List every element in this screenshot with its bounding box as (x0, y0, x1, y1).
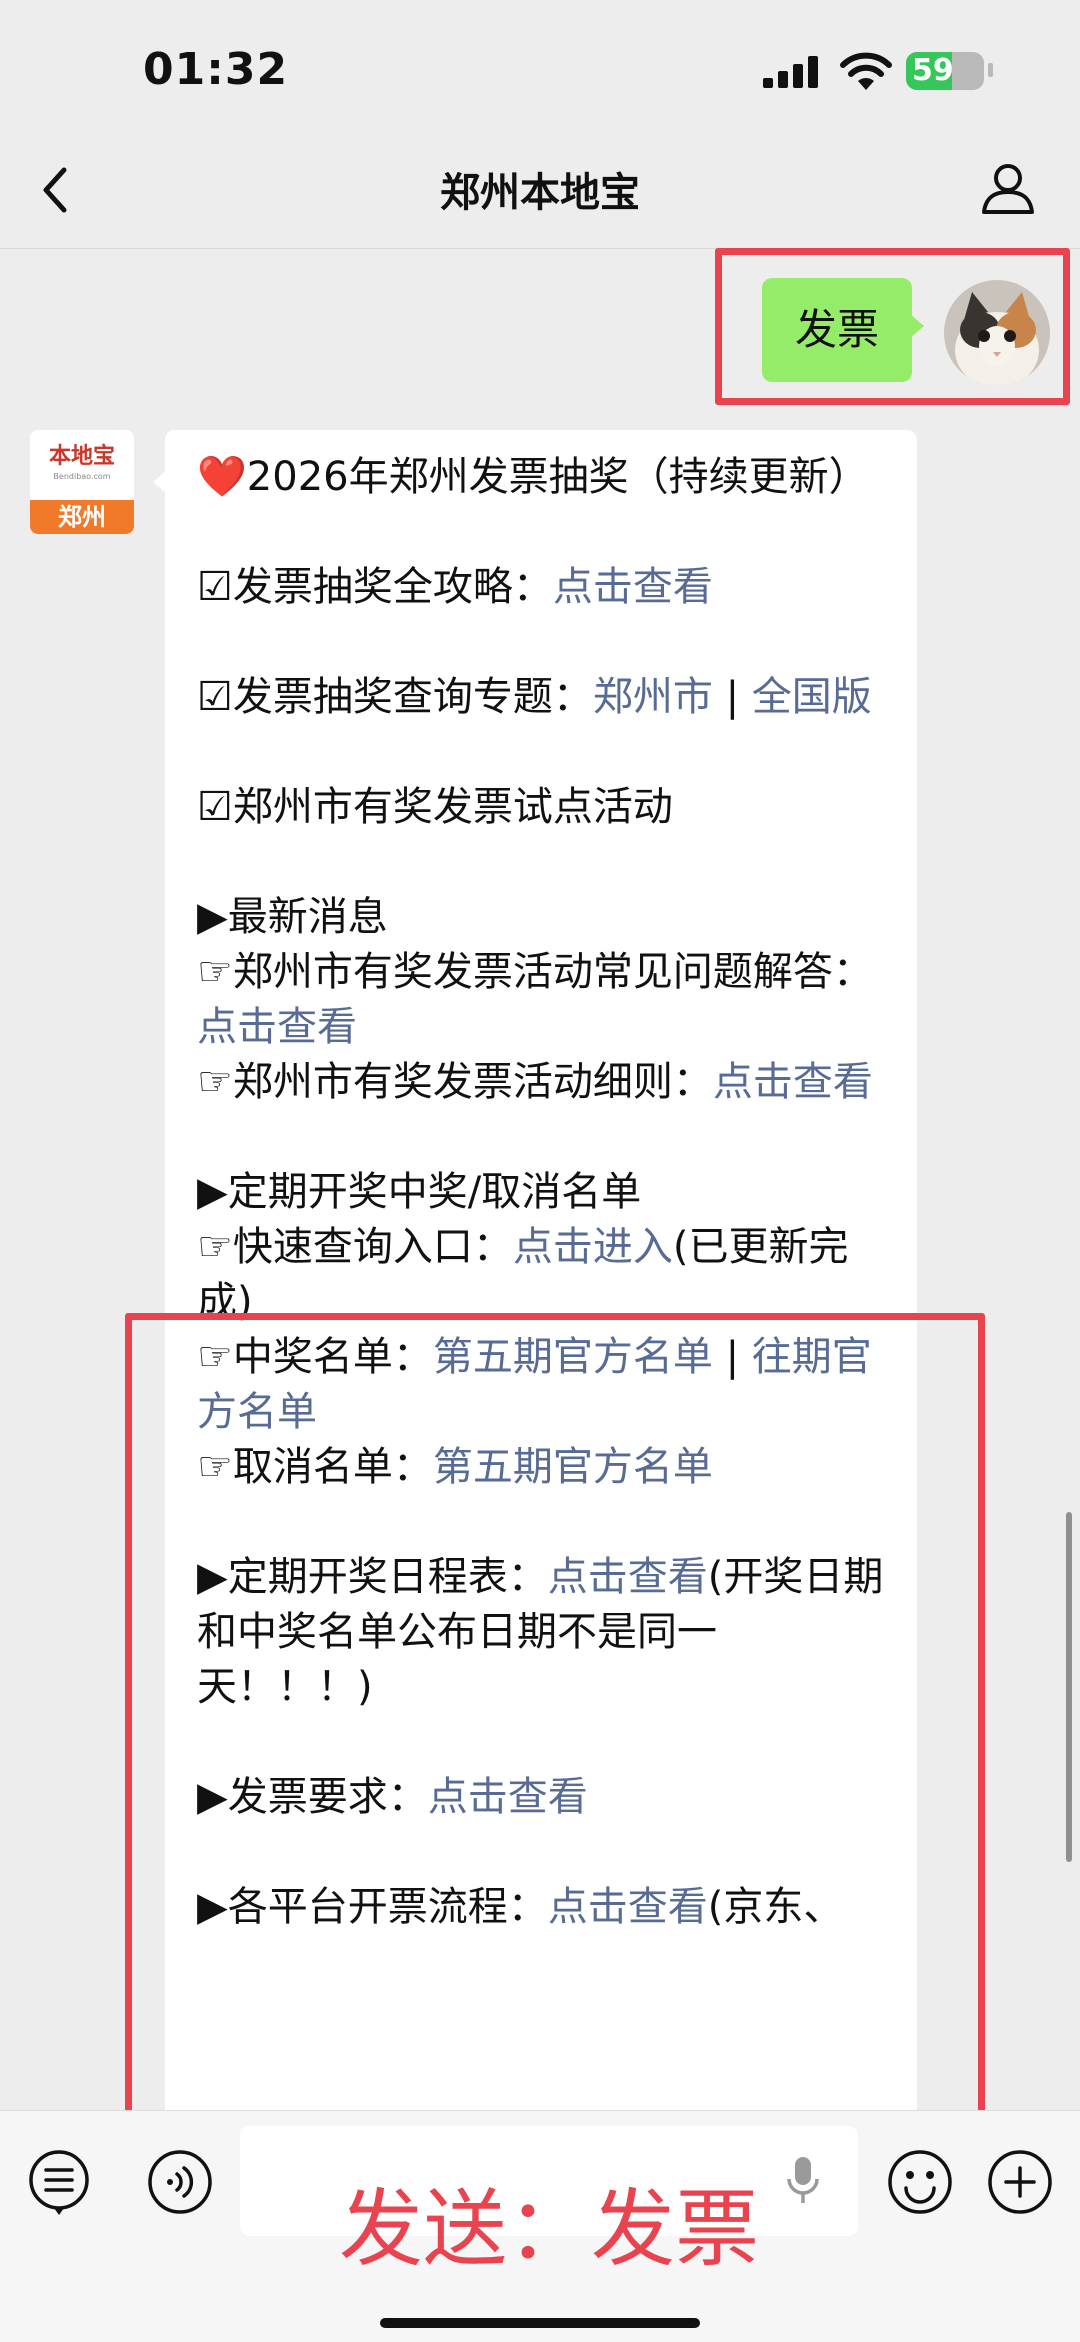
message-link[interactable]: 点击进入 (513, 1224, 673, 1270)
message-text: ☞郑州市有奖发票活动常见问题解答： (197, 949, 873, 995)
message-line: ☞郑州市有奖发票活动细则：点击查看 (197, 1055, 887, 1110)
wifi-icon (840, 52, 892, 90)
emoji-icon[interactable] (886, 2148, 954, 2216)
highlight-box-list (125, 1313, 985, 2141)
avatar[interactable] (944, 280, 1050, 386)
official-account-avatar[interactable]: 本地宝 Bendibao.com 郑州 (30, 430, 134, 534)
user-icon[interactable] (978, 158, 1038, 218)
list-icon[interactable] (26, 2148, 92, 2218)
message-line: ❤️2026年郑州发票抽奖（持续更新） (197, 450, 887, 505)
page-title: 郑州本地宝 (440, 170, 640, 216)
message-line: ☑发票抽奖查询专题：郑州市 | 全国版 (197, 670, 887, 725)
message-link[interactable]: 郑州市 (593, 674, 713, 720)
battery-icon: 59 (906, 52, 984, 90)
status-bar: 01:32 59 (0, 0, 1080, 130)
message-text: ▶定期开奖中奖/取消名单 (197, 1169, 642, 1215)
battery-percent: 59 (912, 53, 954, 88)
message-text: ▶最新消息 (197, 894, 388, 940)
message-link[interactable]: 全国版 (752, 674, 872, 720)
message-link[interactable]: 点击查看 (713, 1059, 873, 1105)
message-text: | (712, 674, 752, 720)
message-text: ☑郑州市有奖发票试点活动 (197, 784, 673, 830)
home-indicator (380, 2318, 700, 2328)
message-link[interactable]: 点击查看 (197, 1004, 357, 1050)
message-line: ☑郑州市有奖发票试点活动 (197, 780, 887, 835)
avatar-city: 郑州 (30, 500, 134, 534)
message-text: ☞快速查询入口： (197, 1224, 513, 1270)
overlay-caption: 发送：发票 (338, 2180, 759, 2278)
status-time: 01:32 (143, 44, 289, 95)
cellular-signal-icon (763, 56, 818, 88)
message-link[interactable]: 点击查看 (553, 564, 713, 610)
message-line: ☑发票抽奖全攻略：点击查看 (197, 560, 887, 615)
cat-avatar-icon (944, 280, 1050, 386)
sent-message-bubble[interactable]: 发票 (762, 278, 924, 382)
scrollbar[interactable] (1066, 1512, 1072, 1862)
bendibao-logo: 本地宝 Bendibao.com (30, 430, 134, 500)
message-line: ☞郑州市有奖发票活动常见问题解答： 点击查看 (197, 945, 887, 1055)
message-line: ▶定期开奖中奖/取消名单 (197, 1165, 887, 1220)
message-text: ☑发票抽奖全攻略： (197, 564, 553, 610)
battery-cap (988, 63, 993, 77)
message-line: ▶最新消息 (197, 890, 887, 945)
message-text: ☑发票抽奖查询专题： (197, 674, 593, 720)
nav-bar: 郑州本地宝 (0, 130, 1080, 249)
message-text: ☞郑州市有奖发票活动细则： (197, 1059, 713, 1105)
plus-icon[interactable] (986, 2148, 1054, 2216)
message-text: ❤️2026年郑州发票抽奖（持续更新） (197, 454, 869, 500)
voice-icon[interactable] (146, 2148, 214, 2216)
